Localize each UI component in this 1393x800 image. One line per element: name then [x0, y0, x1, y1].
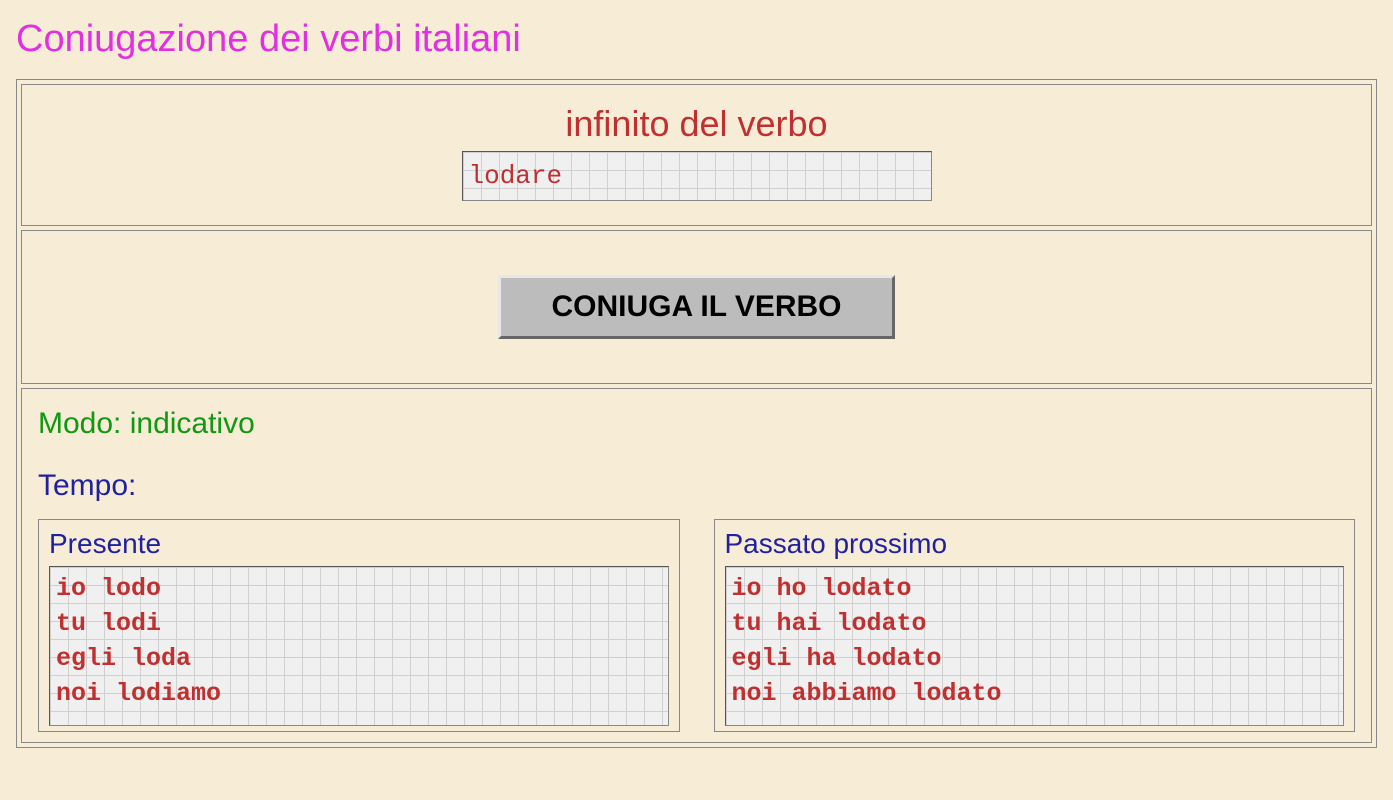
tense-passato-prossimo: Passato prossimo	[714, 519, 1356, 732]
conjugate-button[interactable]: CONIUGA IL VERBO	[498, 275, 894, 339]
tense-presente: Presente	[38, 519, 680, 732]
infinitive-label: infinito del verbo	[32, 103, 1361, 145]
tense-output-passato-prossimo[interactable]	[725, 566, 1345, 726]
tense-row: Presente Passato prossimo	[38, 519, 1355, 732]
button-section: CONIUGA IL VERBO	[21, 230, 1372, 384]
tense-title-presente: Presente	[49, 528, 669, 560]
modo-label: Modo: indicativo	[38, 407, 1355, 441]
results-section: Modo: indicativo Tempo: Presente Passato…	[21, 388, 1372, 743]
tempo-label: Tempo:	[38, 469, 1355, 503]
tense-output-presente[interactable]	[49, 566, 669, 726]
tense-title-passato-prossimo: Passato prossimo	[725, 528, 1345, 560]
infinitive-section: infinito del verbo	[21, 84, 1372, 226]
main-container: infinito del verbo CONIUGA IL VERBO Modo…	[16, 79, 1377, 748]
page-title: Coniugazione dei verbi italiani	[16, 18, 1393, 61]
infinitive-input[interactable]	[462, 151, 932, 201]
